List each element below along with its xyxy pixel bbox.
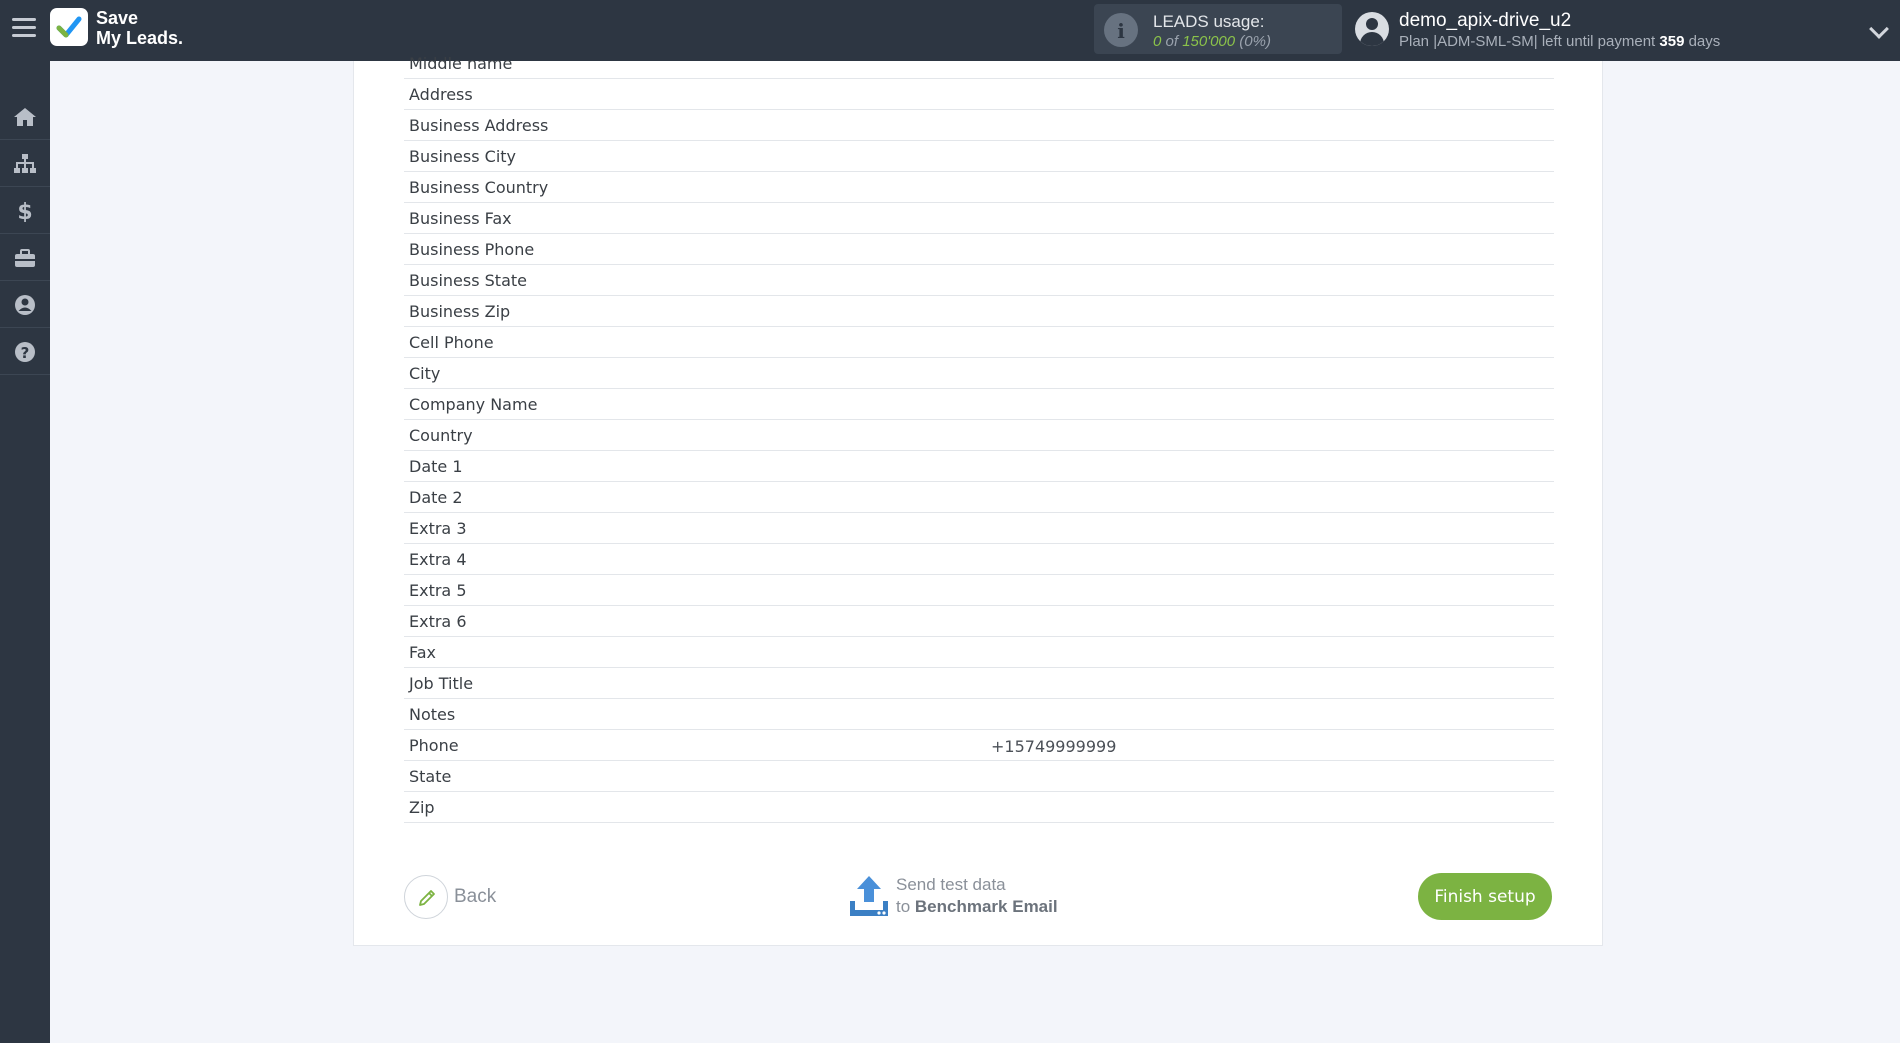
field-row[interactable]: Phone +15749999999: [404, 730, 1554, 761]
field-row[interactable]: Business Phone: [404, 234, 1554, 265]
briefcase-icon: [15, 249, 35, 267]
field-row[interactable]: Extra 4: [404, 544, 1554, 575]
field-row[interactable]: Country: [404, 420, 1554, 451]
sidebar: $ ?: [0, 61, 50, 1043]
field-name: Job Title: [409, 674, 474, 693]
info-icon[interactable]: i: [1104, 13, 1138, 47]
logo-text: Save My Leads.: [96, 8, 183, 48]
field-name: Extra 3: [409, 519, 467, 538]
field-name: City: [409, 364, 441, 383]
field-row[interactable]: Business Country: [404, 172, 1554, 203]
sidebar-item-home[interactable]: [0, 93, 50, 140]
upload-icon: [850, 876, 888, 916]
field-name: Middle name: [409, 54, 513, 73]
menu-toggle-icon[interactable]: [12, 18, 36, 38]
pencil-icon: [419, 890, 435, 906]
field-name: Business City: [409, 147, 516, 166]
field-name: Business Zip: [409, 302, 511, 321]
field-row[interactable]: Fax: [404, 637, 1554, 668]
leads-usage-panel: i LEADS usage: 0 of 150'000 (0%): [1094, 4, 1342, 54]
field-row[interactable]: Extra 5: [404, 575, 1554, 606]
field-row[interactable]: Date 1: [404, 451, 1554, 482]
sidebar-item-connections[interactable]: [0, 140, 50, 187]
field-row[interactable]: Zip: [404, 792, 1554, 823]
field-row[interactable]: Business Fax: [404, 203, 1554, 234]
logo-line2: My Leads: [96, 28, 179, 48]
logo-line1: Save: [96, 8, 139, 28]
field-row[interactable]: Address: [404, 79, 1554, 110]
field-name: Zip: [409, 798, 435, 817]
field-name: Date 1: [409, 457, 463, 476]
field-row[interactable]: State: [404, 761, 1554, 792]
back-circle[interactable]: [404, 875, 448, 919]
field-row[interactable]: Notes: [404, 699, 1554, 730]
field-name: Business State: [409, 271, 527, 290]
field-row[interactable]: Business Zip: [404, 296, 1554, 327]
chevron-down-icon[interactable]: [1869, 19, 1889, 39]
field-value: +15749999999: [991, 737, 1117, 756]
finish-setup-button[interactable]: Finish setup: [1418, 873, 1552, 920]
field-row[interactable]: Middle name: [404, 48, 1554, 79]
field-row[interactable]: Business City: [404, 141, 1554, 172]
help-icon: ?: [15, 342, 35, 362]
field-name: Business Phone: [409, 240, 535, 259]
svg-text:?: ?: [21, 344, 30, 362]
field-name: Business Fax: [409, 209, 512, 228]
user-circle-icon: [15, 295, 35, 315]
field-name: Date 2: [409, 488, 463, 507]
field-name: Phone: [409, 736, 459, 755]
field-name: Company Name: [409, 395, 538, 414]
field-row[interactable]: Business State: [404, 265, 1554, 296]
sidebar-item-tools[interactable]: [0, 234, 50, 281]
svg-text:$: $: [17, 200, 32, 222]
sidebar-item-billing[interactable]: $: [0, 187, 50, 234]
plan-days-suffix: days: [1684, 33, 1721, 50]
field-name: Cell Phone: [409, 333, 494, 352]
logo-dot: .: [178, 28, 184, 48]
sidebar-item-profile[interactable]: [0, 281, 50, 328]
field-row[interactable]: Extra 3: [404, 513, 1554, 544]
send-line1: Send test data: [896, 875, 1006, 894]
send-target: Benchmark Email: [914, 897, 1058, 916]
field-name: Business Address: [409, 116, 549, 135]
field-name: Fax: [409, 643, 437, 662]
back-button[interactable]: Back: [404, 875, 514, 919]
plan-days: 359: [1659, 33, 1685, 50]
sitemap-icon: [14, 154, 36, 173]
field-name: Notes: [409, 705, 456, 724]
send-to: to: [896, 897, 915, 916]
field-row[interactable]: Company Name: [404, 389, 1554, 420]
avatar[interactable]: [1355, 12, 1389, 46]
home-icon: [14, 108, 36, 126]
field-name: Extra 6: [409, 612, 467, 631]
field-row[interactable]: Business Address: [404, 110, 1554, 141]
field-row[interactable]: Extra 6: [404, 606, 1554, 637]
back-label: Back: [454, 886, 497, 907]
dollar-icon: $: [17, 200, 32, 222]
user-name[interactable]: demo_apix-drive_u2: [1399, 10, 1571, 32]
sidebar-item-help[interactable]: ?: [0, 328, 50, 375]
field-name: Country: [409, 426, 473, 445]
field-name: Extra 4: [409, 550, 467, 569]
field-row[interactable]: Date 2: [404, 482, 1554, 513]
field-name: Business Country: [409, 178, 549, 197]
field-row[interactable]: City: [404, 358, 1554, 389]
field-row[interactable]: Cell Phone: [404, 327, 1554, 358]
send-test-data-button[interactable]: Send test data to Benchmark Email: [848, 873, 1088, 921]
usage-title: LEADS usage:: [1153, 12, 1265, 31]
field-name: Extra 5: [409, 581, 467, 600]
field-row[interactable]: Job Title: [404, 668, 1554, 699]
logo-icon: [50, 8, 88, 46]
send-line2: to Benchmark Email: [896, 897, 1058, 917]
setup-card: Middle name Address Business Address Bus…: [353, 54, 1603, 946]
field-name: Address: [409, 85, 473, 104]
field-name: State: [409, 767, 452, 786]
